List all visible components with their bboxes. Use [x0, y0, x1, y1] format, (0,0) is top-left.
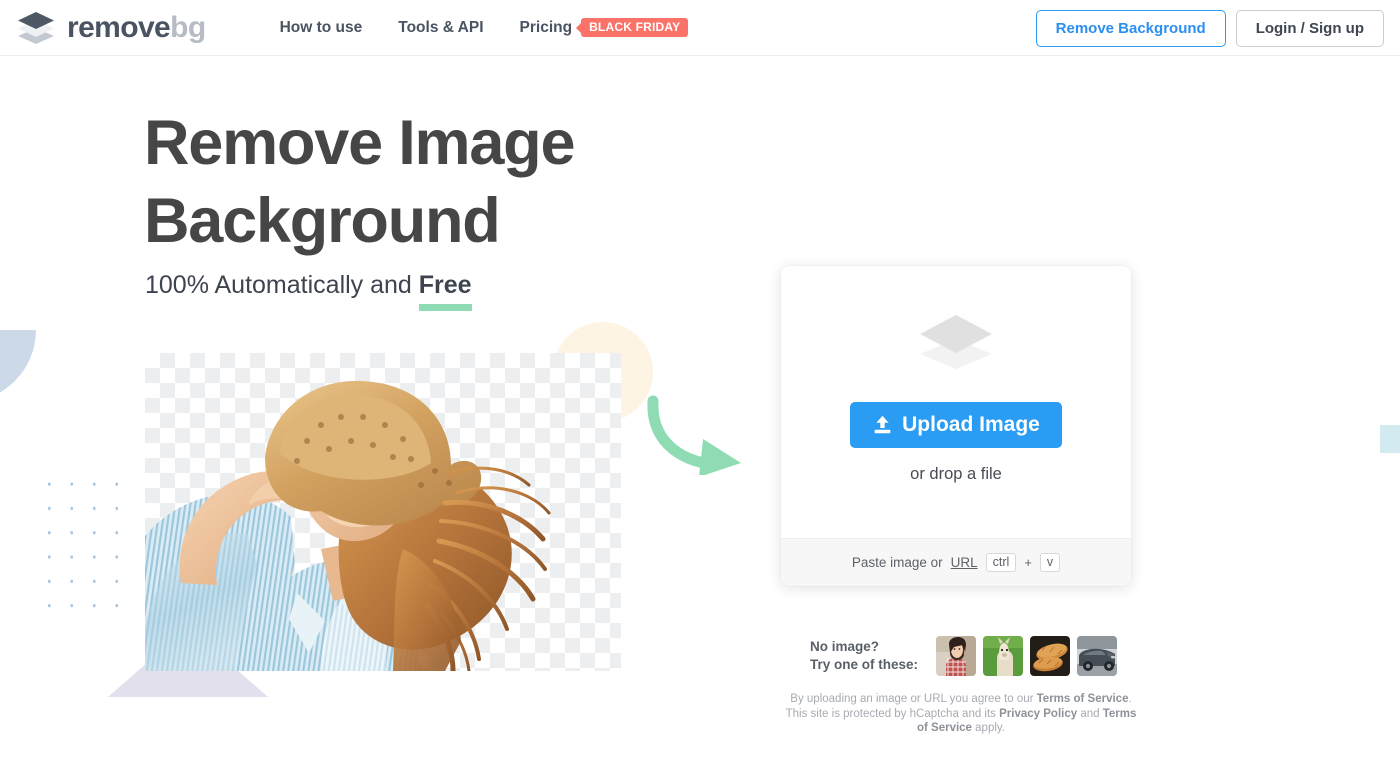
- decorative-quarter-circle: [0, 330, 36, 402]
- woman-with-hat-illustration: [145, 380, 551, 671]
- site-header: removebg How to use Tools & API Pricing …: [0, 0, 1400, 56]
- page-subtitle-prefix: 100% Automatically and: [145, 271, 419, 299]
- legal-disclaimer: By uploading an image or URL you agree t…: [781, 692, 1141, 736]
- decorative-cyan-square: [1380, 425, 1400, 453]
- legal-part-4: apply.: [971, 722, 1005, 734]
- nav-tools-api[interactable]: Tools & API: [380, 19, 501, 37]
- remove-background-button[interactable]: Remove Background: [1035, 9, 1226, 47]
- key-v: v: [1039, 552, 1061, 573]
- sample-woman-plaid[interactable]: [936, 636, 977, 676]
- nav-pricing-label[interactable]: Pricing: [520, 19, 573, 37]
- sample-alpaca-image: [983, 636, 1024, 676]
- key-ctrl: ctrl: [985, 552, 1017, 573]
- sample-images-section: No image? Try one of these:: [810, 636, 1118, 676]
- sample-car[interactable]: [1077, 636, 1118, 676]
- sample-bread-image: [1030, 636, 1071, 676]
- header-actions: Remove Background Login / Sign up: [1035, 0, 1384, 56]
- paste-prefix-text: Paste image or: [851, 555, 943, 570]
- main-navigation: How to use Tools & API Pricing BLACK FRI…: [262, 18, 707, 37]
- sample-label-line-2: Try one of these:: [810, 657, 919, 672]
- hero-example-image: [145, 353, 621, 671]
- upload-image-button[interactable]: Upload Image: [850, 401, 1062, 448]
- upload-card[interactable]: Upload Image or drop a file Paste image …: [781, 266, 1131, 586]
- key-plus: +: [1024, 555, 1032, 570]
- sample-alpaca[interactable]: [983, 636, 1024, 676]
- page-title-line-1: Remove Image: [144, 108, 575, 178]
- upload-image-button-label: Upload Image: [902, 412, 1040, 436]
- sample-images-label: No image? Try one of these:: [810, 638, 918, 674]
- sample-woman-plaid-image: [936, 636, 977, 676]
- sample-label-line-1: No image?: [810, 639, 880, 654]
- layers-logo-icon: [18, 11, 54, 44]
- logo-text-primary: remove: [67, 10, 171, 44]
- legal-part-1: By uploading an image or URL you agree t…: [790, 693, 1037, 705]
- login-signup-button[interactable]: Login / Sign up: [1235, 9, 1384, 47]
- sample-car-image: [1077, 636, 1118, 676]
- upload-icon: [874, 415, 891, 434]
- nav-pricing[interactable]: Pricing BLACK FRIDAY: [502, 18, 707, 37]
- drop-a-file-text: or drop a file: [910, 464, 1002, 483]
- logo-text-secondary: bg: [170, 10, 206, 44]
- page-title-line-2: Background: [144, 186, 501, 256]
- decorative-dot-grid: [38, 472, 136, 618]
- layers-icon: [920, 314, 992, 369]
- upload-dropzone[interactable]: Upload Image or drop a file: [781, 266, 1131, 538]
- sample-bread[interactable]: [1030, 636, 1071, 676]
- page-title: Remove Image Background: [144, 104, 764, 260]
- privacy-policy-link[interactable]: Privacy Policy: [999, 708, 1077, 720]
- paste-url-link[interactable]: URL: [951, 555, 978, 570]
- terms-of-service-link-1[interactable]: Terms of Service: [1037, 693, 1129, 705]
- page-subtitle: 100% Automatically and Free: [145, 271, 472, 311]
- legal-part-3: and: [1077, 707, 1103, 720]
- page-subtitle-highlight: Free: [418, 271, 472, 311]
- logo-link[interactable]: removebg: [16, 11, 206, 45]
- sample-thumbnail-list: [936, 636, 1118, 676]
- curved-arrow-icon: [647, 395, 741, 475]
- paste-bar: Paste image or URL ctrl + v: [781, 538, 1131, 586]
- black-friday-badge[interactable]: BLACK FRIDAY: [581, 18, 689, 37]
- nav-how-to-use[interactable]: How to use: [262, 19, 381, 37]
